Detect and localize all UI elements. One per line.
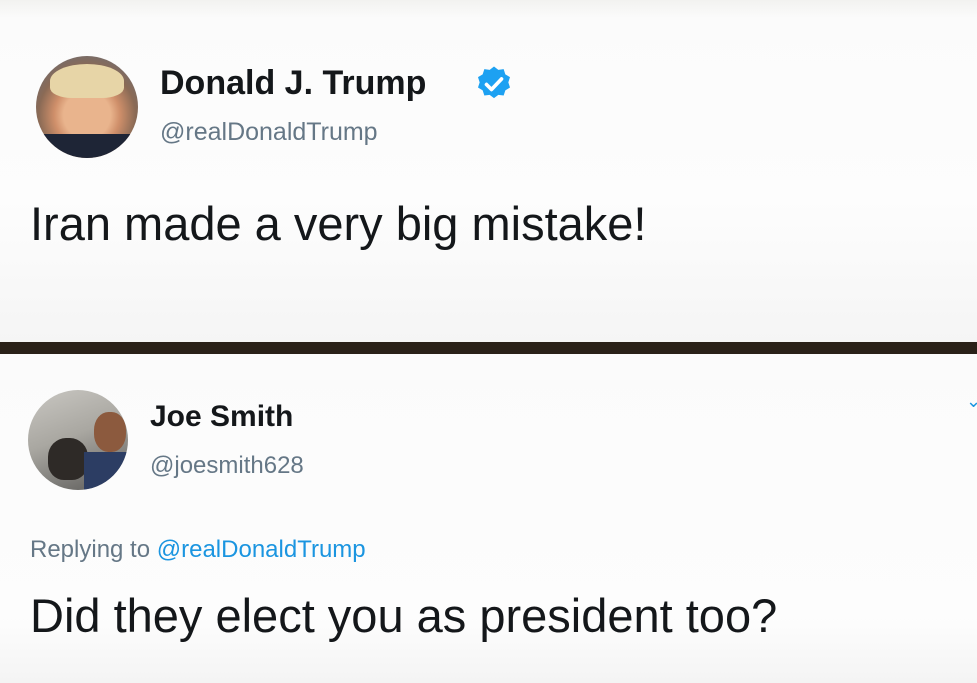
verified-badge-icon	[478, 66, 510, 99]
reply-handle[interactable]: @joesmith628	[150, 452, 304, 480]
reply-display-name[interactable]: Joe Smith	[150, 400, 293, 434]
original-tweet: Donald J. Trump @realDonaldTrump Iran ma…	[0, 0, 977, 342]
original-display-name[interactable]: Donald J. Trump	[160, 64, 426, 103]
avatar-hair	[50, 64, 124, 98]
divider-bar	[0, 342, 977, 354]
avatar-shirt	[84, 452, 128, 490]
reply-tweet-text: Did they elect you as president too?	[30, 589, 778, 642]
chevron-down-icon[interactable]: ⌄	[966, 392, 977, 410]
original-handle[interactable]: @realDonaldTrump	[160, 118, 378, 147]
replying-to-mention[interactable]: @realDonaldTrump	[157, 536, 366, 563]
replying-to-line: Replying to @realDonaldTrump	[30, 536, 366, 564]
meme-screenshot: Donald J. Trump @realDonaldTrump Iran ma…	[0, 0, 977, 683]
replying-to-label: Replying to	[30, 536, 151, 563]
original-tweet-text: Iran made a very big mistake!	[30, 197, 647, 250]
trump-avatar[interactable]	[36, 56, 138, 158]
joe-avatar[interactable]	[28, 390, 128, 490]
avatar-suit	[36, 134, 138, 158]
avatar-face	[94, 412, 126, 452]
avatar-dog	[48, 438, 88, 480]
